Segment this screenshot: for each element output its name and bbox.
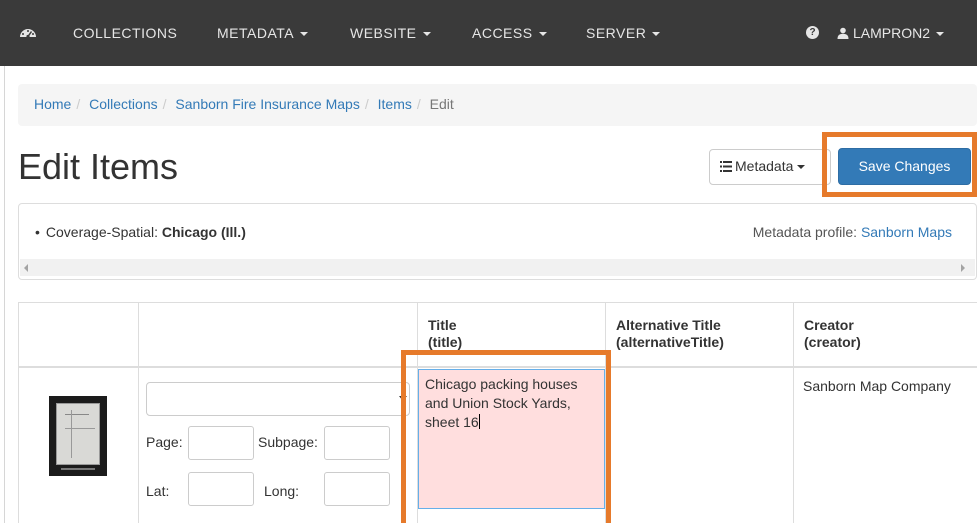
nav-server[interactable]: SERVER: [586, 25, 661, 41]
column-field: (title): [428, 334, 463, 350]
column-header-creator[interactable]: Creator (creator): [804, 317, 861, 351]
chevron-down-icon: [399, 396, 407, 401]
item-select-dropdown[interactable]: [146, 382, 410, 416]
page-input[interactable]: [188, 426, 254, 460]
longitude-input[interactable]: [324, 472, 390, 506]
top-navbar: COLLECTIONS METADATA WEBSITE ACCESS SERV…: [0, 0, 977, 66]
scroll-left-icon[interactable]: [24, 264, 28, 272]
chevron-down-icon: [936, 32, 945, 37]
column-title: Title: [428, 317, 457, 333]
coverage-value: Chicago (Ill.): [161, 224, 246, 240]
page-label: Page:: [146, 434, 183, 450]
user-name: LAMPRON2: [853, 25, 931, 41]
header-divider: [18, 366, 977, 368]
column-divider: [793, 302, 794, 523]
creator-cell[interactable]: Sanborn Map Company: [803, 378, 951, 394]
column-header-title[interactable]: Title (title): [428, 317, 462, 351]
metadata-dropdown-button[interactable]: Metadata: [709, 149, 831, 185]
item-thumbnail[interactable]: [49, 396, 107, 476]
breadcrumb-separator: /: [364, 96, 369, 112]
breadcrumb-current: Edit: [429, 96, 454, 112]
chevron-down-icon: [652, 32, 661, 37]
nav-collections[interactable]: COLLECTIONS: [73, 25, 177, 41]
breadcrumb-separator: /: [76, 96, 81, 112]
user-icon: [837, 27, 849, 39]
breadcrumb: Home / Collections / Sanborn Fire Insuranc…: [18, 84, 977, 126]
breadcrumb-separator: /: [416, 96, 421, 112]
filter-info-panel: • Coverage-Spatial: Chicago (Ill.) Metada…: [18, 203, 977, 280]
chevron-down-icon: [300, 32, 309, 37]
profile-link[interactable]: Sanborn Maps: [861, 224, 952, 240]
breadcrumb-collections[interactable]: Collections: [89, 96, 157, 112]
page-title: Edit Items: [18, 146, 179, 187]
text-cursor: [478, 414, 480, 429]
breadcrumb-home[interactable]: Home: [34, 96, 71, 112]
column-header-alternative-title[interactable]: Alternative Title (alternativeTitle): [616, 317, 724, 351]
left-border: [4, 66, 5, 523]
chevron-down-icon: [422, 32, 431, 37]
metadata-button-label: Metadata: [735, 158, 794, 174]
user-menu[interactable]: LAMPRON2: [837, 25, 945, 41]
nav-metadata[interactable]: METADATA: [217, 25, 309, 41]
longitude-label: Long:: [264, 483, 300, 499]
breadcrumb-items[interactable]: Items: [378, 96, 412, 112]
save-changes-button[interactable]: Save Changes: [838, 148, 971, 185]
coverage-label: Coverage-Spatial:: [45, 224, 158, 240]
breadcrumb-separator: /: [162, 96, 167, 112]
column-field: (creator): [804, 334, 861, 350]
latitude-label: Lat:: [146, 483, 170, 499]
help-icon[interactable]: ?: [806, 26, 819, 39]
column-title: Alternative Title: [616, 317, 721, 333]
chevron-down-icon: [538, 32, 547, 37]
horizontal-scrollbar[interactable]: [20, 259, 975, 276]
breadcrumb-collection[interactable]: Sanborn Fire Insurance Maps: [175, 96, 359, 112]
coverage-filter: • Coverage-Spatial: Chicago (Ill.): [35, 224, 246, 240]
column-divider: [138, 302, 139, 523]
scroll-right-icon[interactable]: [961, 264, 965, 272]
metadata-profile: Metadata profile: Sanborn Maps: [753, 224, 952, 240]
list-icon: [720, 161, 732, 172]
chevron-down-icon: [797, 165, 806, 170]
subpage-label: Subpage:: [258, 434, 318, 450]
nav-website[interactable]: WEBSITE: [350, 25, 431, 41]
title-edit-text: Chicago packing houses and Union Stock Y…: [425, 376, 578, 430]
nav-access[interactable]: ACCESS: [472, 25, 547, 41]
dashboard-icon[interactable]: [18, 23, 38, 43]
column-divider: [605, 302, 606, 523]
column-field: (alternativeTitle): [616, 334, 724, 350]
latitude-input[interactable]: [188, 472, 254, 506]
subpage-input[interactable]: [324, 426, 390, 460]
bullet-icon: •: [35, 224, 40, 240]
title-edit-field[interactable]: Chicago packing houses and Union Stock Y…: [418, 369, 605, 509]
column-title: Creator: [804, 317, 854, 333]
profile-label: Metadata profile:: [752, 224, 858, 240]
map-image: [56, 403, 100, 465]
